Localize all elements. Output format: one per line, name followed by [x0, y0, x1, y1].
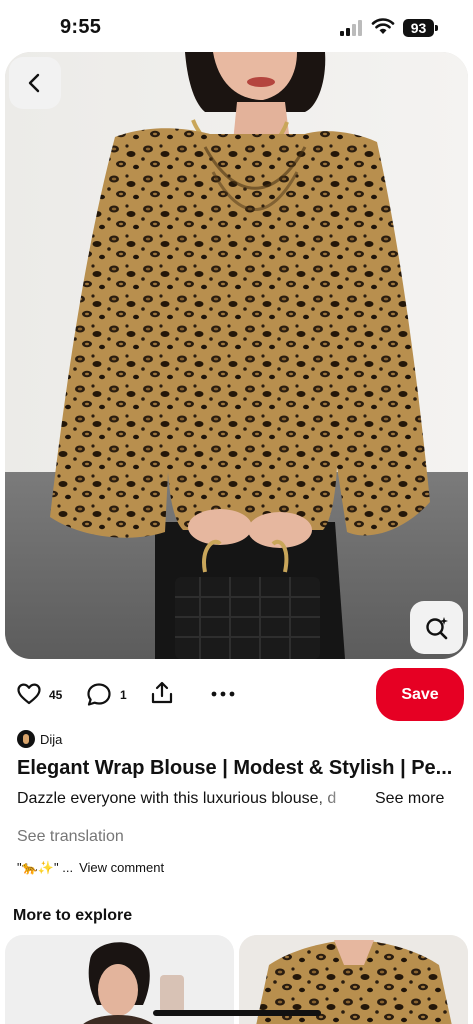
back-arrow-icon	[28, 73, 40, 93]
share-icon[interactable]	[150, 681, 174, 705]
heart-icon[interactable]	[17, 683, 41, 705]
visual-search-button[interactable]	[410, 601, 463, 654]
see-translation-link[interactable]: See translation	[17, 828, 124, 846]
battery-indicator: 93	[403, 19, 434, 37]
comment-icon[interactable]	[87, 683, 111, 706]
action-row: 45 1 Save	[0, 667, 473, 723]
status-time: 9:55	[60, 16, 102, 38]
status-bar: 9:55 93	[0, 0, 473, 52]
pin-title: Elegant Wrap Blouse | Modest & Stylish |…	[17, 757, 453, 779]
avatar	[17, 730, 35, 748]
comment-snippet: "🐆✨" ...	[17, 860, 74, 875]
pin-photo	[5, 52, 468, 659]
see-more-link[interactable]: See more	[375, 790, 444, 808]
save-button[interactable]: Save	[376, 668, 464, 721]
more-dots-icon[interactable]	[211, 691, 235, 697]
author-name: Dija	[40, 731, 63, 747]
author-link[interactable]: Dija	[17, 729, 62, 749]
home-indicator	[153, 1010, 321, 1016]
view-comment-link[interactable]: View comment	[79, 860, 164, 876]
wifi-icon	[371, 18, 395, 34]
cellular-signal-icon	[340, 20, 362, 36]
comment-preview[interactable]: "🐆✨" ... View comment	[17, 860, 164, 876]
battery-nub	[435, 25, 438, 31]
pin-description: Dazzle everyone with this luxurious blou…	[17, 790, 337, 807]
visual-search-icon	[425, 616, 448, 639]
more-to-explore-heading: More to explore	[13, 907, 133, 924]
comment-count: 1	[120, 688, 127, 702]
like-count: 45	[49, 688, 63, 702]
back-button[interactable]	[9, 57, 61, 109]
pin-image[interactable]	[5, 52, 468, 659]
